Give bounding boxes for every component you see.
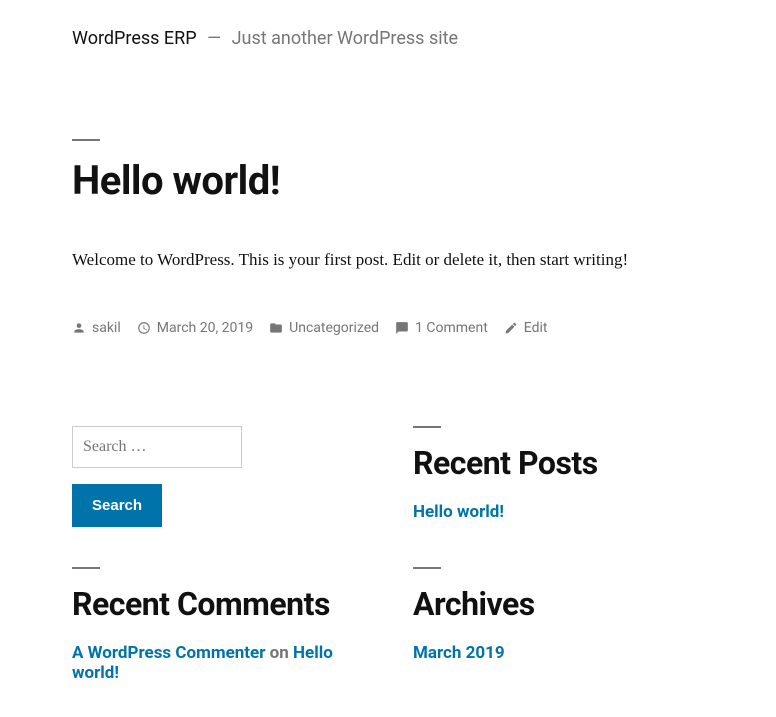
category-link[interactable]: Uncategorized	[289, 320, 379, 336]
recent-comment-item: A WordPress Commenter on Hello world!	[72, 643, 363, 683]
site-title-link[interactable]: WordPress ERP	[72, 28, 197, 49]
recent-posts-widget: Recent Posts Hello world!	[413, 426, 704, 527]
person-icon	[72, 321, 86, 335]
edit-link[interactable]: Edit	[524, 320, 548, 336]
clock-icon	[137, 321, 151, 335]
search-input[interactable]	[72, 426, 242, 468]
meta-category: Uncategorized	[269, 320, 379, 336]
widget-divider	[72, 567, 100, 569]
widget-divider	[413, 567, 441, 569]
comment-icon	[395, 321, 409, 335]
recent-comments-title: Recent Comments	[72, 585, 363, 623]
post: Hello world! Welcome to WordPress. This …	[72, 139, 704, 336]
comment-author-link[interactable]: A WordPress Commenter	[72, 643, 265, 663]
archive-link[interactable]: March 2019	[413, 643, 505, 663]
site-tagline: Just another WordPress site	[232, 28, 458, 49]
archives-title: Archives	[413, 585, 704, 623]
post-meta: sakil March 20, 2019 Uncategorized 1 Com…	[72, 320, 704, 336]
post-title[interactable]: Hello world!	[72, 157, 704, 204]
edit-icon	[504, 321, 518, 335]
post-divider	[72, 139, 100, 141]
search-button[interactable]: Search	[72, 484, 162, 527]
meta-edit: Edit	[504, 320, 548, 336]
date-link[interactable]: March 20, 2019	[157, 320, 253, 336]
meta-author: sakil	[72, 320, 121, 336]
recent-post-link[interactable]: Hello world!	[413, 502, 504, 522]
search-widget: Search	[72, 426, 363, 527]
tagline-dash: —	[207, 28, 221, 49]
author-link[interactable]: sakil	[92, 320, 121, 336]
meta-comments: 1 Comment	[395, 320, 488, 336]
post-content: Welcome to WordPress. This is your first…	[72, 250, 704, 270]
comment-on-text: on	[265, 643, 293, 663]
comments-link[interactable]: 1 Comment	[415, 320, 488, 336]
recent-comments-widget: Recent Comments A WordPress Commenter on…	[72, 567, 363, 683]
site-header: WordPress ERP — Just another WordPress s…	[72, 28, 704, 49]
archives-widget: Archives March 2019	[413, 567, 704, 683]
recent-posts-title: Recent Posts	[413, 444, 704, 482]
meta-date: March 20, 2019	[137, 320, 253, 336]
widgets-area: Search Recent Posts Hello world! Recent …	[72, 426, 704, 683]
widget-divider	[413, 426, 441, 428]
folder-icon	[269, 321, 283, 335]
